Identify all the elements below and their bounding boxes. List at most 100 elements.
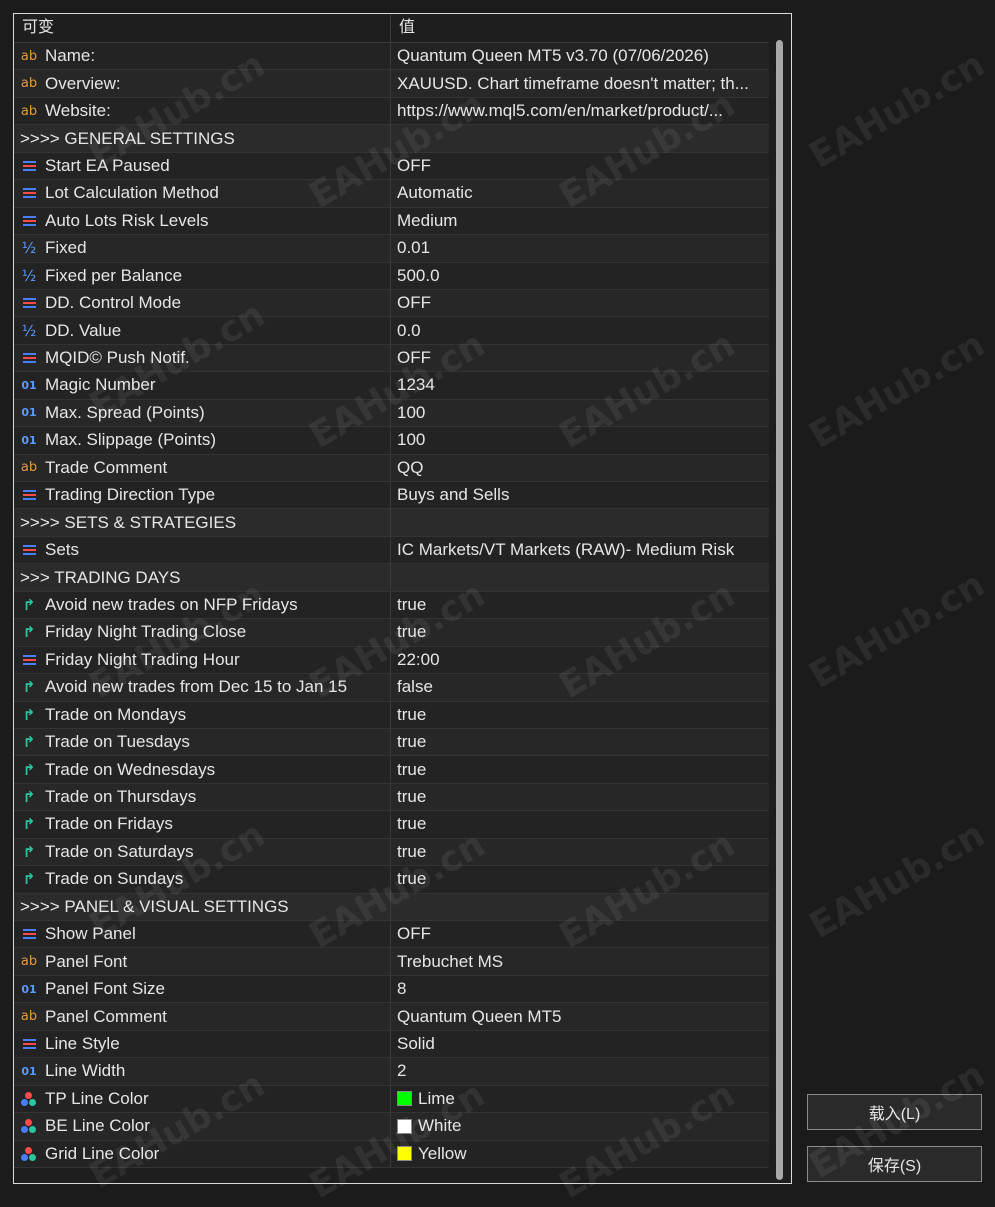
value-cell[interactable]: 100 [391,400,770,426]
table-row[interactable]: ↱ Trade on Saturdays true [14,838,770,867]
table-row[interactable]: ↱ Trade on Fridays true [14,811,770,839]
variable-cell[interactable]: >>>> PANEL & VISUAL SETTINGS [14,893,391,920]
table-row[interactable]: ½ Fixed 0.01 [14,235,770,263]
value-cell[interactable]: Buys and Sells [391,482,770,508]
variable-cell[interactable]: ½ DD. Value [14,317,391,344]
variable-cell[interactable]: ↱ Trade on Saturdays [14,838,391,866]
table-row[interactable]: Trading Direction Type Buys and Sells [14,482,770,510]
column-header-value[interactable]: 值 [391,14,770,42]
table-row[interactable]: Show Panel OFF [14,921,770,949]
variable-cell[interactable]: Lot Calculation Method [14,180,391,207]
variable-cell[interactable]: ab Overview: [14,70,391,97]
variable-cell[interactable]: >>>> GENERAL SETTINGS [14,125,391,152]
load-button[interactable]: 载入(L) [807,1094,982,1130]
table-row[interactable]: ↱ Trade on Sundays true [14,866,770,894]
variable-cell[interactable]: 01 Line Width [14,1058,391,1085]
value-cell[interactable]: OFF [391,921,770,947]
vertical-scrollbar[interactable] [769,14,791,1183]
variable-cell[interactable]: ↱ Trade on Wednesdays [14,756,391,783]
value-cell[interactable]: Lime [391,1086,770,1112]
value-cell[interactable]: true [391,756,770,782]
value-cell[interactable]: OFF [391,345,770,371]
table-row[interactable]: ↱ Trade on Thursdays true [14,783,770,812]
section-row[interactable]: >>> TRADING DAYS [14,564,770,592]
value-cell[interactable] [391,564,770,590]
table-row[interactable]: Lot Calculation Method Automatic [14,180,770,208]
value-cell[interactable] [391,509,770,535]
table-row[interactable]: ab Name: Quantum Queen MT5 v3.70 (07/06/20… [14,43,770,71]
variable-cell[interactable]: 01 Max. Spread (Points) [14,399,391,427]
table-row[interactable]: ↱ Avoid new trades on NFP Fridays true [14,591,770,620]
table-row[interactable]: Auto Lots Risk Levels Medium [14,207,770,236]
variable-cell[interactable]: >>> TRADING DAYS [14,564,391,591]
variable-cell[interactable]: BE Line Color [14,1113,391,1140]
table-row[interactable]: ab Overview: XAUUSD. Chart timeframe doesn… [14,70,770,98]
variable-cell[interactable]: ½ Fixed [14,235,391,262]
value-cell[interactable]: 0.01 [391,235,770,261]
value-cell[interactable]: 2 [391,1058,770,1084]
value-cell[interactable]: Yellow [391,1141,770,1167]
variable-cell[interactable]: 01 Magic Number [14,372,391,399]
variable-cell[interactable]: ↱ Trade on Mondays [14,701,391,728]
variable-cell[interactable]: Line Style [14,1030,391,1058]
variable-cell[interactable]: DD. Control Mode [14,289,391,317]
table-row[interactable]: ab Website: https://www.mql5.com/en/market… [14,97,770,126]
table-row[interactable]: 01 Max. Slippage (Points) 100 [14,427,770,455]
section-row[interactable]: >>>> GENERAL SETTINGS [14,125,770,153]
variable-cell[interactable]: >>>> SETS & STRATEGIES [14,509,391,536]
value-cell[interactable]: true [391,839,770,865]
value-cell[interactable]: true [391,592,770,618]
variable-cell[interactable]: ab Website: [14,97,391,125]
variable-cell[interactable]: Grid Line Color [14,1140,391,1167]
table-row[interactable]: Sets IC Markets/VT Markets (RAW)- Medium … [14,536,770,565]
column-header-variable[interactable]: 可变 [14,14,391,42]
table-row[interactable]: ab Panel Font Trebuchet MS [14,948,770,976]
table-row[interactable]: ↱ Trade on Tuesdays true [14,728,770,757]
value-cell[interactable]: 500.0 [391,263,770,289]
table-row[interactable]: ½ Fixed per Balance 500.0 [14,262,770,290]
value-cell[interactable]: OFF [391,153,770,179]
table-row[interactable]: ↱ Avoid new trades from Dec 15 to Jan 15 f… [14,674,770,702]
table-row[interactable]: 01 Line Width 2 [14,1058,770,1086]
value-cell[interactable]: Quantum Queen MT5 v3.70 (07/06/2026) [391,43,770,69]
save-button[interactable]: 保存(S) [807,1146,982,1182]
variable-cell[interactable]: 01 Panel Font Size [14,975,391,1003]
value-cell[interactable]: true [391,619,770,645]
variable-cell[interactable]: Trading Direction Type [14,482,391,509]
table-row[interactable]: 01 Panel Font Size 8 [14,975,770,1004]
value-cell[interactable]: Medium [391,208,770,234]
value-cell[interactable]: true [391,784,770,810]
variable-cell[interactable]: TP Line Color [14,1085,391,1113]
variable-cell[interactable]: 01 Max. Slippage (Points) [14,427,391,454]
variable-cell[interactable]: ↱ Trade on Sundays [14,866,391,893]
variable-cell[interactable]: ↱ Trade on Tuesdays [14,728,391,756]
variable-cell[interactable]: ab Trade Comment [14,454,391,481]
variable-cell[interactable]: ↱ Avoid new trades from Dec 15 to Jan 15 [14,674,391,701]
table-row[interactable]: DD. Control Mode OFF [14,289,770,318]
value-cell[interactable]: true [391,866,770,892]
variable-cell[interactable]: ab Name: [14,43,391,70]
table-row[interactable]: ½ DD. Value 0.0 [14,317,770,345]
table-row[interactable]: Friday Night Trading Hour 22:00 [14,646,770,675]
table-row[interactable]: 01 Max. Spread (Points) 100 [14,399,770,428]
section-row[interactable]: >>>> PANEL & VISUAL SETTINGS [14,893,770,921]
variable-cell[interactable]: Friday Night Trading Hour [14,646,391,674]
variable-cell[interactable]: Sets [14,536,391,564]
value-cell[interactable]: 1234 [391,372,770,398]
variable-cell[interactable]: ab Panel Comment [14,1003,391,1030]
scrollbar-thumb[interactable] [776,40,783,1180]
value-cell[interactable]: QQ [391,455,770,481]
value-cell[interactable]: 0.0 [391,317,770,343]
value-cell[interactable]: Solid [391,1031,770,1057]
value-cell[interactable]: Automatic [391,180,770,206]
table-row[interactable]: ab Panel Comment Quantum Queen MT5 [14,1003,770,1031]
value-cell[interactable]: IC Markets/VT Markets (RAW)- Medium Risk [391,537,770,563]
variable-cell[interactable]: Auto Lots Risk Levels [14,207,391,235]
variable-cell[interactable]: ↱ Avoid new trades on NFP Fridays [14,591,391,619]
value-cell[interactable]: 8 [391,976,770,1002]
section-row[interactable]: >>>> SETS & STRATEGIES [14,509,770,537]
variable-cell[interactable]: ↱ Friday Night Trading Close [14,619,391,646]
value-cell[interactable]: White [391,1113,770,1139]
value-cell[interactable]: 22:00 [391,647,770,673]
variable-cell[interactable]: ½ Fixed per Balance [14,262,391,289]
